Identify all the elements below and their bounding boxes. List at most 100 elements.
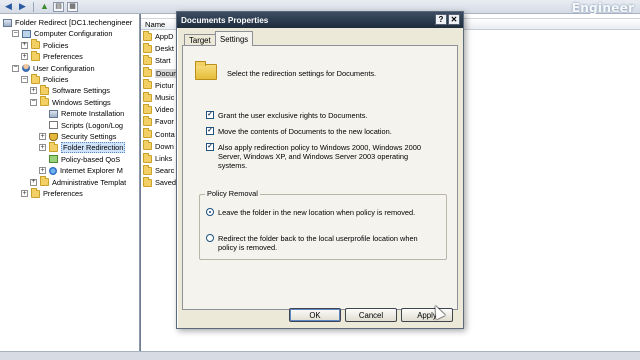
list-item-label: Links	[155, 154, 173, 163]
folder-icon	[143, 91, 152, 102]
list-item-label: Pictur	[155, 80, 174, 90]
tree-item[interactable]: − Windows Settings	[30, 96, 111, 108]
back-arrow-icon[interactable]: ◀	[3, 2, 14, 12]
move-contents-checkbox[interactable]: ✓	[206, 127, 214, 135]
tree-item-label: Folder Redirection	[61, 142, 126, 154]
list-item[interactable]: Conta	[143, 128, 175, 140]
list-item[interactable]: Deskt	[143, 42, 174, 54]
tree-item-label: Security Settings	[61, 132, 117, 141]
tree-item[interactable]: + Internet Explorer M	[39, 165, 123, 176]
folder-icon	[40, 96, 49, 107]
move-contents-label[interactable]: Move the contents of Documents to the ne…	[218, 127, 392, 136]
tree-item[interactable]: + Preferences	[21, 187, 83, 199]
tree-item[interactable]: + Folder Redirection	[39, 141, 126, 154]
exclusive-rights-checkbox[interactable]: ✓	[206, 111, 214, 119]
show-hide-tree-icon[interactable]: ▤	[53, 1, 64, 12]
legacy-os-label[interactable]: Also apply redirection policy to Windows…	[218, 143, 428, 170]
qos-icon	[49, 155, 58, 164]
tree-item[interactable]: + Preferences	[21, 50, 83, 62]
close-button[interactable]: ✕	[448, 14, 460, 25]
folder-icon	[31, 187, 40, 198]
forward-arrow-icon[interactable]: ▶	[17, 2, 28, 12]
intro-text: Select the redirection settings for Docu…	[227, 69, 377, 78]
properties-icon[interactable]: ▦	[67, 1, 78, 12]
tree-item[interactable]: − User Configuration	[12, 63, 95, 74]
collapse-icon[interactable]: −	[12, 30, 19, 38]
cancel-button[interactable]: Cancel	[345, 308, 397, 322]
tree-item[interactable]: + Security Settings	[39, 131, 116, 142]
up-folder-icon[interactable]: ▲	[39, 2, 50, 12]
internet-explorer-icon	[49, 166, 57, 175]
tree-item[interactable]: + Software Settings	[30, 84, 110, 96]
list-item[interactable]: Saved	[143, 176, 176, 188]
folder-icon	[143, 140, 152, 151]
leave-folder-label[interactable]: Leave the folder in the new location whe…	[218, 208, 415, 217]
tree-item[interactable]: Folder Redirect [DC1.techengineer	[3, 17, 132, 28]
ok-button[interactable]: OK	[289, 308, 341, 322]
folder-icon	[40, 84, 49, 95]
expand-icon[interactable]: +	[21, 41, 28, 49]
list-item-label: Video	[155, 105, 174, 115]
folder-icon	[143, 115, 152, 126]
tree-item[interactable]: + Administrative Templat	[30, 176, 127, 188]
list-item[interactable]: AppD	[143, 30, 174, 42]
tree-item[interactable]: − Computer Configuration	[12, 28, 112, 39]
tree-item[interactable]: − Policies	[21, 73, 69, 85]
list-item[interactable]: Links	[143, 152, 173, 164]
list-item[interactable]: Start	[143, 54, 171, 66]
tree-item[interactable]: Policy-based QoS	[39, 154, 120, 165]
tree-item-label: Remote Installation	[61, 109, 125, 119]
list-item[interactable]: Down	[143, 140, 174, 152]
collapse-icon[interactable]: −	[21, 76, 28, 83]
folder-icon	[143, 42, 152, 53]
list-item-label: Favor	[155, 117, 174, 127]
tree-item-label: Administrative Templat	[52, 177, 127, 187]
redirect-back-label[interactable]: Redirect the folder back to the local us…	[218, 234, 433, 252]
folder-icon	[143, 128, 152, 139]
list-item-label: AppD	[155, 32, 174, 41]
folder-icon	[195, 61, 217, 80]
tree-item-label: Policy-based QoS	[61, 154, 121, 164]
tab-settings[interactable]: Settings	[215, 31, 254, 46]
list-item[interactable]: Docum	[143, 67, 181, 79]
expand-icon[interactable]: +	[21, 190, 28, 197]
list-item-label: Down	[155, 141, 174, 151]
name-column-label: Name	[145, 19, 166, 29]
folder-icon	[143, 164, 152, 175]
expand-icon[interactable]: +	[39, 167, 46, 175]
tree-item[interactable]: Scripts (Logon/Log	[39, 120, 123, 131]
tree-item-label: Scripts (Logon/Log	[61, 120, 124, 130]
policy-icon	[49, 109, 58, 118]
tree-item-label: Software Settings	[52, 86, 110, 96]
collapse-icon[interactable]: −	[30, 98, 37, 106]
tree-item-label: User Configuration	[33, 63, 95, 73]
dialog-title: Documents Properties	[181, 15, 269, 25]
tree-item-label: Preferences	[43, 52, 83, 62]
folder-icon	[31, 39, 40, 50]
list-item[interactable]: Music	[143, 91, 174, 103]
tree-item-label: Computer Configuration	[34, 29, 113, 39]
expand-icon[interactable]: +	[30, 87, 37, 95]
list-item[interactable]: Searc	[143, 164, 174, 176]
help-button[interactable]: ?	[435, 14, 447, 25]
folder-icon	[143, 54, 152, 65]
list-item[interactable]: Pictur	[143, 79, 174, 91]
collapse-icon[interactable]: −	[12, 64, 19, 72]
expand-icon[interactable]: +	[39, 133, 46, 140]
toolbar-separator	[33, 1, 34, 12]
tree-item[interactable]: + Policies	[21, 39, 68, 51]
list-item-label: Conta	[155, 129, 175, 139]
exclusive-rights-label[interactable]: Grant the user exclusive rights to Docum…	[218, 111, 368, 120]
dialog-title-bar[interactable]: Documents Properties ? ✕	[177, 12, 463, 28]
redirect-back-radio[interactable]	[206, 234, 214, 242]
leave-folder-radio[interactable]	[206, 208, 214, 216]
expand-icon[interactable]: +	[30, 178, 37, 186]
policy-icon	[3, 18, 12, 27]
legacy-os-checkbox[interactable]: ✓	[206, 143, 214, 151]
list-item[interactable]: Favor	[143, 115, 174, 127]
expand-icon[interactable]: +	[21, 53, 28, 61]
tree-item[interactable]: Remote Installation	[39, 108, 124, 119]
tree-item-label: Policies	[43, 75, 69, 84]
expand-icon[interactable]: +	[39, 144, 46, 152]
list-item[interactable]: Video	[143, 103, 174, 115]
